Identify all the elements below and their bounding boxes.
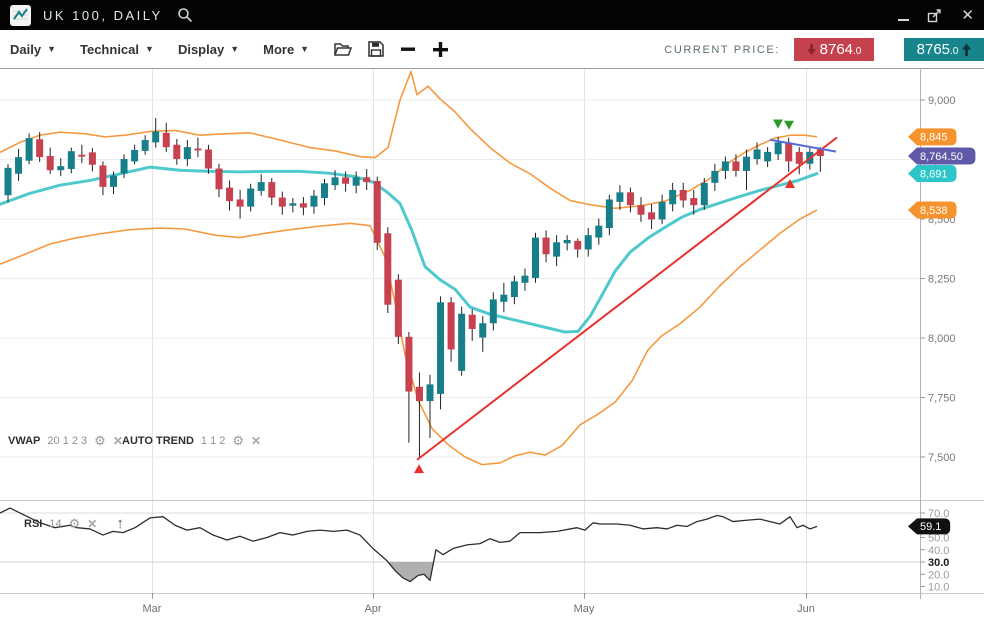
svg-text:10.0: 10.0	[928, 582, 949, 594]
gear-icon[interactable]: ⚙	[94, 434, 106, 447]
svg-text:59.1: 59.1	[920, 521, 941, 533]
chevron-down-icon: ▼	[47, 44, 56, 54]
zoom-out-button[interactable]	[400, 41, 416, 57]
save-icon[interactable]	[368, 41, 384, 57]
chart-canvas[interactable]: 9,0008,7508,5008,2508,0007,7507,50070.06…	[0, 68, 984, 620]
svg-text:Mar: Mar	[143, 603, 162, 615]
svg-text:7,500: 7,500	[928, 452, 956, 464]
app-logo-icon	[10, 5, 31, 26]
popout-button[interactable]	[927, 8, 943, 23]
price-tags: 8,845 8,764.50 8,691 8,538 59.1	[908, 128, 975, 534]
svg-text:30.0: 30.0	[928, 557, 949, 569]
chevron-down-icon: ▼	[300, 44, 309, 54]
trend-lines[interactable]	[417, 137, 837, 459]
chart-area: 9,0008,7508,5008,2508,0007,7507,50070.06…	[0, 68, 984, 620]
gear-icon[interactable]: ⚙	[232, 434, 244, 447]
svg-text:8,691: 8,691	[920, 168, 948, 180]
arrow-down-icon	[807, 44, 816, 56]
vwap-indicator-label: VWAP 20 1 2 3 ⚙ ✕	[8, 434, 123, 447]
rsi-indicator-label: RSI 14 ⚙ ✕ ↑	[24, 516, 124, 531]
current-price-panel: CURRENT PRICE: 8764.0 8765.0	[664, 38, 984, 61]
chevron-down-icon: ▼	[230, 44, 239, 54]
svg-text:Apr: Apr	[364, 603, 381, 615]
svg-text:8,764.50: 8,764.50	[920, 151, 963, 163]
svg-text:40.0: 40.0	[928, 545, 949, 557]
search-icon[interactable]	[177, 7, 193, 23]
svg-text:9,000: 9,000	[928, 95, 956, 107]
move-indicator-up-icon[interactable]: ↑	[116, 516, 124, 531]
menu-display[interactable]: Display ▼	[178, 42, 239, 57]
menu-technical[interactable]: Technical ▼	[80, 42, 154, 57]
gear-icon[interactable]: ⚙	[69, 517, 81, 530]
signal-markers	[414, 120, 795, 474]
menu-more[interactable]: More ▼	[263, 42, 309, 57]
svg-text:20.0: 20.0	[928, 569, 949, 581]
arrow-up-icon	[962, 43, 971, 56]
close-icon[interactable]: ✕	[87, 518, 97, 530]
svg-text:70.0: 70.0	[928, 508, 949, 520]
svg-text:7,750: 7,750	[928, 393, 956, 405]
sell-price-button[interactable]: 8764.0	[794, 38, 874, 61]
svg-text:Jun: Jun	[797, 603, 815, 615]
menu-daily[interactable]: Daily ▼	[10, 42, 56, 57]
svg-text:8,845: 8,845	[920, 132, 948, 144]
close-icon[interactable]: ✕	[961, 8, 974, 23]
buy-price-button[interactable]: 8765.0	[904, 38, 984, 61]
minimize-button[interactable]	[898, 9, 909, 21]
chevron-down-icon: ▼	[145, 44, 154, 54]
autotrend-indicator-label: AUTO TREND 1 1 2 ⚙ ✕	[122, 434, 261, 447]
zoom-in-button[interactable]	[432, 41, 449, 58]
vwap-line	[0, 167, 817, 332]
current-price-label: CURRENT PRICE:	[664, 44, 780, 56]
close-icon[interactable]: ✕	[251, 435, 261, 447]
candles-layer	[5, 118, 824, 457]
window-title: UK 100, DAILY	[43, 8, 163, 23]
open-folder-icon[interactable]	[333, 41, 352, 57]
svg-text:8,000: 8,000	[928, 333, 956, 345]
svg-text:8,250: 8,250	[928, 274, 956, 286]
title-bar: UK 100, DAILY ✕	[0, 0, 984, 30]
time-axis[interactable]: Mar Apr May Jun	[143, 593, 815, 615]
svg-text:May: May	[574, 603, 595, 615]
svg-text:8,538: 8,538	[920, 205, 948, 217]
chart-toolbar: Daily ▼ Technical ▼ Display ▼ More ▼	[0, 30, 984, 68]
